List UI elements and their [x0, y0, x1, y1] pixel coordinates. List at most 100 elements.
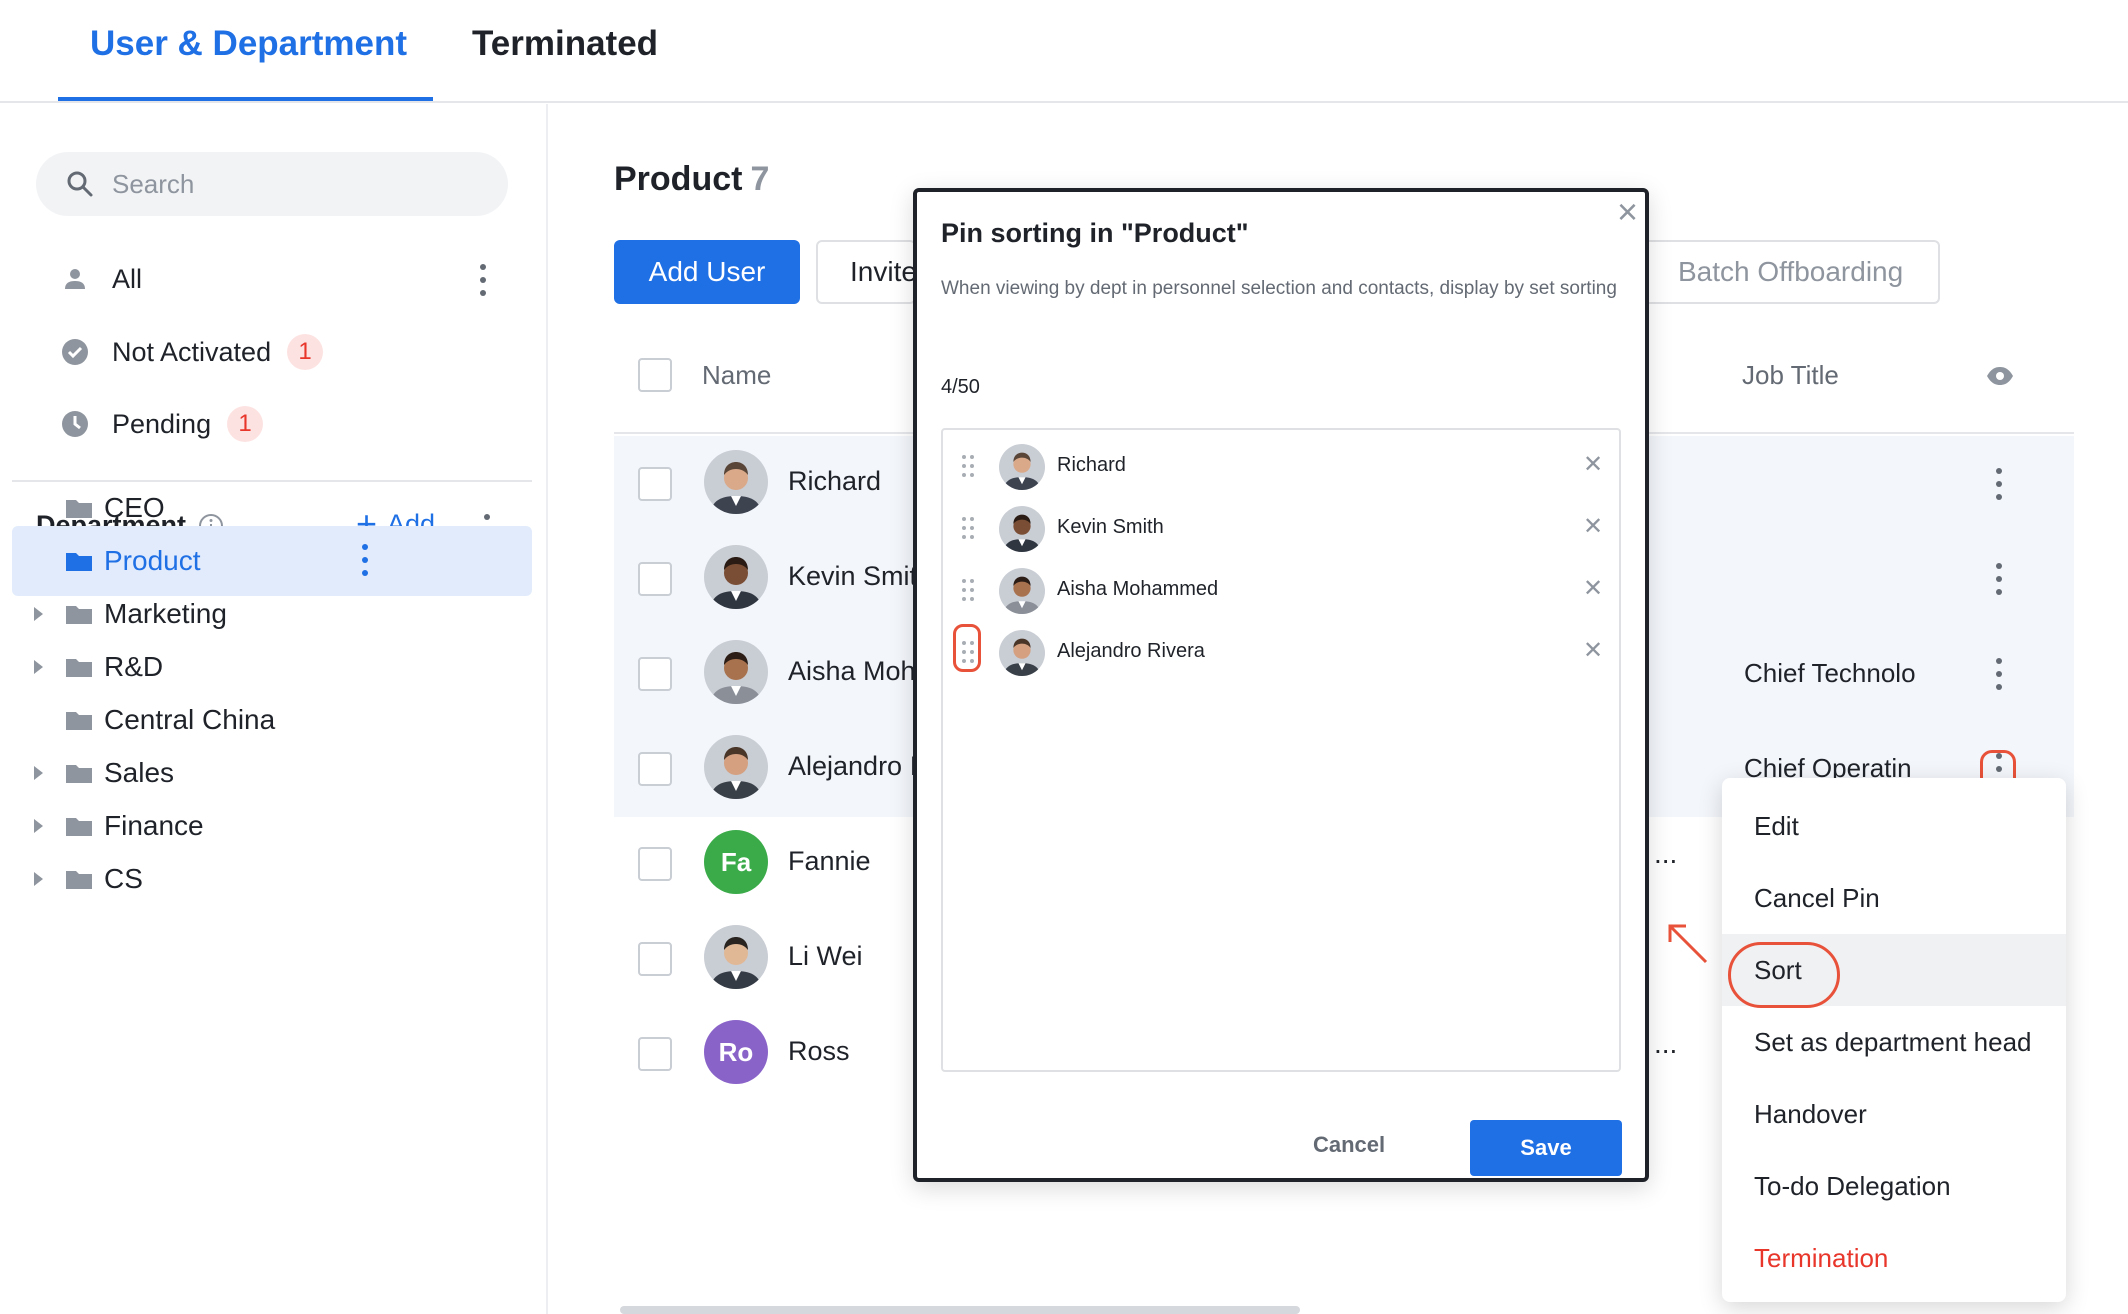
menu-item[interactable]: Cancel Pin [1722, 862, 2066, 934]
row-checkbox[interactable] [638, 467, 672, 501]
pinned-user-name: Kevin Smith [1057, 516, 1164, 538]
row-checkbox[interactable] [638, 1037, 672, 1071]
drag-handle-icon[interactable] [961, 454, 975, 478]
active-tab-indicator [58, 97, 433, 101]
department-label: Product [104, 545, 201, 576]
add-user-button[interactable]: Add User [614, 240, 800, 304]
pinned-user-item[interactable]: Aisha Mohammed ✕ [943, 560, 1619, 622]
select-all-checkbox[interactable] [638, 358, 672, 392]
user-name[interactable]: Alejandro I [788, 751, 917, 782]
menu-item[interactable]: Sort [1722, 934, 2066, 1008]
pending-badge: 1 [227, 406, 264, 442]
more-options-icon[interactable] [478, 264, 488, 296]
folder-icon [66, 500, 92, 518]
search-box[interactable] [36, 152, 508, 216]
row-checkbox[interactable] [638, 942, 672, 976]
user-name[interactable]: Kevin Smit [788, 561, 917, 592]
truncated-text: ... [1654, 1028, 1678, 1059]
pinned-user-item[interactable]: Richard ✕ [943, 436, 1619, 498]
menu-item[interactable]: Set as department head [1722, 1006, 2066, 1078]
expand-caret-icon[interactable] [34, 607, 43, 621]
horizontal-scrollbar[interactable] [620, 1306, 1300, 1314]
expand-caret-icon[interactable] [34, 872, 43, 886]
department-label: Sales [104, 757, 175, 788]
avatar [704, 925, 768, 989]
filter-not-activated[interactable]: Not Activated 1 [60, 327, 324, 377]
row-more-icon[interactable] [1994, 468, 2004, 500]
arrow-annotation-icon [1668, 924, 1708, 964]
sidebar-department-item[interactable]: CS [12, 844, 532, 914]
batch-offboarding-button[interactable]: Batch Offboarding [1640, 240, 1940, 304]
dialog-description: When viewing by dept in personnel select… [941, 278, 1617, 299]
eye-icon[interactable] [1986, 366, 2014, 386]
avatar [999, 568, 1045, 614]
column-job-title: Job Title [1742, 360, 1839, 390]
department-label: Finance [104, 810, 204, 841]
remove-icon[interactable]: ✕ [1583, 450, 1603, 479]
pinned-user-name: Aisha Mohammed [1057, 578, 1219, 600]
department-label: Central China [104, 704, 276, 735]
column-name: Name [702, 360, 772, 390]
row-more-icon[interactable] [1994, 563, 2004, 595]
pinned-user-item[interactable]: Alejandro Rivera ✕ [943, 622, 1619, 684]
filter-pending[interactable]: Pending 1 [60, 399, 264, 449]
menu-item-label: Termination [1754, 1242, 1889, 1273]
row-checkbox[interactable] [638, 657, 672, 691]
menu-item[interactable]: Termination [1722, 1222, 2066, 1294]
folder-icon [66, 659, 92, 677]
expand-caret-icon[interactable] [34, 660, 43, 674]
clock-icon [60, 409, 90, 439]
department-item-more-icon[interactable] [360, 544, 370, 576]
remove-icon[interactable]: ✕ [1583, 636, 1603, 665]
row-checkbox[interactable] [638, 847, 672, 881]
avatar [704, 735, 768, 799]
sort-highlight-ring [1728, 942, 1840, 1008]
save-button[interactable]: Save [1470, 1120, 1622, 1176]
user-name[interactable]: Fannie [788, 846, 871, 877]
invite-button[interactable]: Invite [816, 240, 916, 304]
filter-all[interactable]: All [60, 254, 142, 304]
row-more-icon[interactable] [1994, 658, 2004, 690]
tab-terminated[interactable]: Terminated [472, 24, 658, 64]
menu-item-label: To-do Delegation [1754, 1170, 1951, 1201]
member-count: 7 [750, 160, 770, 198]
avatar [704, 640, 768, 704]
avatar: Fa [704, 830, 768, 894]
remove-icon[interactable]: ✕ [1583, 574, 1603, 603]
page-title: Product 7 [614, 160, 769, 199]
check-circle-icon [60, 337, 90, 367]
user-icon [60, 264, 90, 294]
drag-handle-icon[interactable] [961, 578, 975, 602]
top-tab-bar: User & Department Terminated [0, 0, 2128, 103]
filter-all-label: All [112, 263, 143, 294]
expand-caret-icon[interactable] [34, 766, 43, 780]
row-checkbox[interactable] [638, 752, 672, 786]
department-name: Product [614, 160, 743, 198]
folder-icon [66, 553, 92, 571]
menu-item[interactable]: Edit [1722, 790, 2066, 862]
row-checkbox[interactable] [638, 562, 672, 596]
avatar: Ro [704, 1020, 768, 1084]
search-input[interactable] [112, 152, 492, 216]
menu-item[interactable]: Handover [1722, 1078, 2066, 1150]
menu-item-label: Cancel Pin [1754, 882, 1880, 913]
pinned-user-item[interactable]: Kevin Smith ✕ [943, 498, 1619, 560]
expand-caret-icon[interactable] [34, 819, 43, 833]
close-icon[interactable]: × [1617, 194, 1638, 230]
menu-item-label: Handover [1754, 1098, 1867, 1129]
department-label: Marketing [104, 598, 227, 629]
cancel-button[interactable]: Cancel [1313, 1132, 1385, 1158]
folder-icon [66, 765, 92, 783]
folder-icon [66, 871, 92, 889]
folder-icon [66, 712, 92, 730]
drag-handle-icon[interactable] [961, 516, 975, 540]
remove-icon[interactable]: ✕ [1583, 512, 1603, 541]
user-name[interactable]: Aisha Moh [788, 656, 916, 687]
user-name[interactable]: Ross [788, 1036, 850, 1067]
tab-user-department[interactable]: User & Department [90, 24, 407, 64]
user-name[interactable]: Li Wei [788, 941, 863, 972]
user-name[interactable]: Richard [788, 466, 881, 497]
pinned-user-name: Richard [1057, 454, 1126, 476]
avatar [999, 630, 1045, 676]
menu-item[interactable]: To-do Delegation [1722, 1150, 2066, 1222]
